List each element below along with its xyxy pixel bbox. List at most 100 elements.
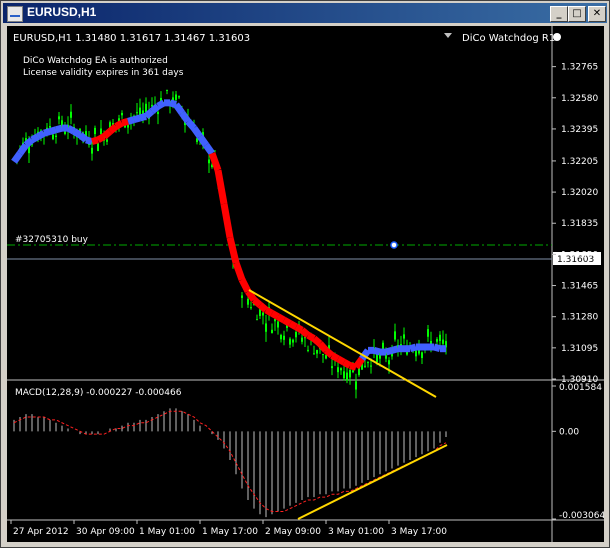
ma-segment xyxy=(185,119,197,131)
ma-segment xyxy=(342,359,352,369)
ma-segment xyxy=(282,317,292,327)
window-title: EURUSD,H1 xyxy=(27,5,97,19)
candle-body xyxy=(295,331,297,338)
candle-body xyxy=(403,334,405,339)
minimize-button[interactable]: _ xyxy=(550,6,568,22)
ma-segment xyxy=(127,116,135,125)
order-label: #32705310 buy xyxy=(15,235,89,245)
chart-window-icon xyxy=(7,6,23,22)
candle-body xyxy=(208,159,210,164)
indicator-settings-icon[interactable] xyxy=(553,33,561,41)
candle-body xyxy=(94,127,96,135)
indicator-name: DiCo Watchdog R1 xyxy=(462,33,555,44)
ma-segment xyxy=(23,137,35,148)
close-button[interactable]: ✕ xyxy=(588,6,606,22)
ma-segment xyxy=(257,302,269,313)
candle-body xyxy=(259,309,261,316)
chart-window: EURUSD,H1 _ □ ✕ EURUSD,H1 1.31480 1.3161… xyxy=(0,0,610,548)
time-tick-label: 30 Apr 09:00 xyxy=(76,527,135,537)
ma-segment xyxy=(36,130,46,140)
ma-segment xyxy=(391,345,399,354)
chart-canvas[interactable]: EURUSD,H1 1.31480 1.31617 1.31467 1.3160… xyxy=(7,26,604,542)
ma-segment xyxy=(96,133,106,143)
candle-body xyxy=(436,339,438,342)
candle-body xyxy=(157,111,159,115)
maximize-button[interactable]: □ xyxy=(568,6,586,22)
ma-segment xyxy=(91,136,99,145)
ma-segment xyxy=(270,310,280,320)
ma-segment xyxy=(214,169,228,205)
ma-segment xyxy=(77,132,89,143)
ma-segment xyxy=(66,125,76,135)
candle-body xyxy=(166,89,168,91)
candle-body xyxy=(91,147,93,154)
price-tick-label: 1.32765 xyxy=(561,63,598,73)
time-tick-label: 3 May 17:00 xyxy=(391,527,447,537)
candle-body xyxy=(292,339,294,343)
candle-body xyxy=(241,295,243,298)
candle-body xyxy=(439,334,441,342)
ma-segment xyxy=(264,306,274,317)
candle-body xyxy=(343,371,345,379)
ma-segment xyxy=(173,102,185,115)
time-tick-label: 27 Apr 2012 xyxy=(13,527,69,537)
candle-body xyxy=(52,134,54,140)
candle-body xyxy=(136,112,138,114)
candle-body xyxy=(250,307,252,309)
candle-body xyxy=(121,112,123,116)
candle-body xyxy=(49,126,51,128)
ma-segment xyxy=(121,117,129,127)
ma-segment xyxy=(43,128,51,137)
candle-body xyxy=(58,116,60,120)
price-trendline[interactable] xyxy=(248,289,437,398)
candle-body xyxy=(301,337,303,342)
ma-segment xyxy=(353,356,365,370)
order-marker-icon[interactable] xyxy=(390,241,398,249)
ma-segment xyxy=(288,320,298,330)
ma-segment xyxy=(114,119,124,130)
ma-segment xyxy=(232,261,246,281)
candle-body xyxy=(421,352,423,359)
candle-body xyxy=(415,350,417,357)
time-tick-label: 3 May 01:00 xyxy=(328,527,384,537)
candle-body xyxy=(442,339,444,344)
candle-body xyxy=(325,355,327,359)
candle-body xyxy=(340,368,342,371)
macd-signal-line xyxy=(13,410,447,512)
candle-body xyxy=(97,143,99,151)
ma-segment xyxy=(299,327,311,338)
ma-segment xyxy=(294,323,304,334)
ma-segment xyxy=(306,332,316,342)
candle-body xyxy=(427,329,429,337)
ma-segment xyxy=(107,123,119,135)
price-tick-label: 1.31650 xyxy=(561,250,598,260)
ma-segment xyxy=(220,203,234,239)
candle-body xyxy=(331,366,333,369)
price-tick-label: 1.32020 xyxy=(561,188,598,198)
ma-segment xyxy=(276,313,286,324)
ma-segment xyxy=(101,128,113,140)
ma-segment xyxy=(317,341,329,353)
candle-body xyxy=(280,334,282,340)
ma-segment xyxy=(11,151,23,164)
chart-area[interactable]: EURUSD,H1 1.31480 1.31617 1.31467 1.3160… xyxy=(7,26,604,542)
ma-segment xyxy=(323,347,335,359)
ma-segment xyxy=(203,142,215,156)
candle-body xyxy=(364,365,366,367)
time-tick-label: 2 May 09:00 xyxy=(265,527,321,537)
candle-body xyxy=(55,135,57,138)
ma-segment xyxy=(385,347,393,356)
time-tick-label: 1 May 17:00 xyxy=(202,527,258,537)
ma-segment xyxy=(336,355,346,366)
title-bar[interactable]: EURUSD,H1 _ □ ✕ xyxy=(3,3,607,23)
candle-body xyxy=(349,369,351,378)
candle-body xyxy=(175,94,177,100)
macd-signal-polyline xyxy=(13,410,447,512)
ma-segment xyxy=(179,110,191,124)
price-tick-label: 1.31095 xyxy=(561,344,598,354)
price-tick-label: 1.32580 xyxy=(561,94,598,104)
indicator-dropdown-icon[interactable] xyxy=(444,33,452,38)
ma-segment xyxy=(55,124,63,134)
ma-segment xyxy=(49,126,57,135)
candle-body xyxy=(307,349,309,351)
